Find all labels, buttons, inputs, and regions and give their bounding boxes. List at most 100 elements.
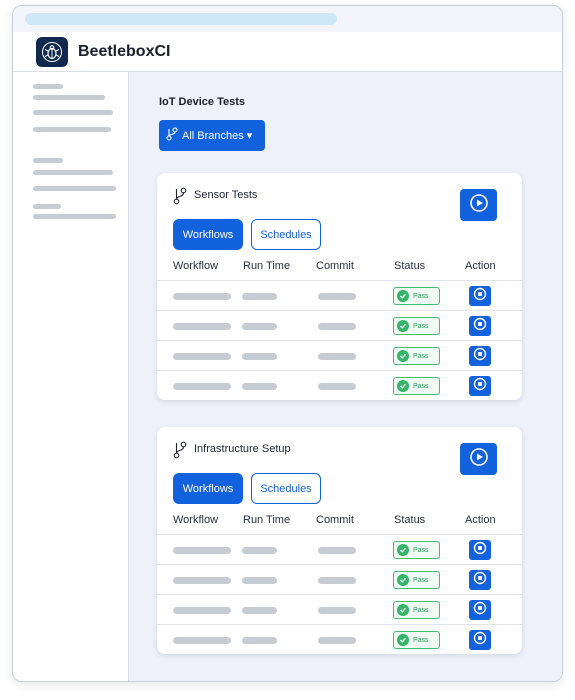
pipeline-title: Infrastructure Setup [194, 443, 291, 455]
run-time-placeholder [242, 577, 277, 584]
workflow-placeholder [173, 547, 231, 554]
run-time-placeholder [242, 607, 277, 614]
check-icon [397, 604, 409, 616]
git-branch-icon [173, 441, 187, 464]
stop-button[interactable] [469, 570, 491, 590]
stop-button[interactable] [469, 630, 491, 650]
status-badge: Pass [393, 287, 440, 305]
pipeline-title: Sensor Tests [194, 189, 258, 201]
status-badge: Pass [393, 601, 440, 619]
column-header-status: Status [394, 260, 426, 272]
app-header: BeetleboxCI [13, 32, 562, 72]
tab-workflows[interactable]: Workflows [173, 473, 243, 504]
run-pipeline-button[interactable] [460, 189, 497, 221]
column-header-run-time: Run Time [243, 260, 291, 272]
column-header-commit: Commit [316, 514, 354, 526]
stop-icon [473, 347, 487, 366]
status-badge: Pass [393, 377, 440, 395]
sidebar-placeholder [33, 158, 63, 163]
status-text: Pass [413, 292, 429, 300]
pipeline-card: Infrastructure Setup Workflows Schedules… [157, 427, 522, 654]
stop-button[interactable] [469, 286, 491, 306]
stop-icon [473, 287, 487, 306]
app-window: BeetleboxCI IoT Device Tests All Branche… [12, 5, 563, 682]
commit-placeholder [318, 607, 356, 614]
table-row[interactable]: Pass [157, 371, 522, 401]
run-time-placeholder [242, 383, 277, 390]
table-row[interactable]: Pass [157, 341, 522, 371]
status-badge: Pass [393, 347, 440, 365]
workflow-placeholder [173, 353, 231, 360]
column-header-workflow: Workflow [173, 260, 219, 272]
table-row[interactable]: Pass [157, 311, 522, 341]
branch-selector-button[interactable]: All Branches ▾ [159, 120, 265, 151]
table-row[interactable]: Pass [157, 281, 522, 311]
workflow-placeholder [173, 383, 231, 390]
column-header-run-time: Run Time [243, 514, 291, 526]
stop-icon [473, 541, 487, 560]
commit-placeholder [318, 637, 356, 644]
workflow-placeholder [173, 607, 231, 614]
stop-button[interactable] [469, 346, 491, 366]
commit-placeholder [318, 353, 356, 360]
workflow-placeholder [173, 637, 231, 644]
sidebar-placeholder [33, 127, 111, 132]
column-header-workflow: Workflow [173, 514, 219, 526]
commit-placeholder [318, 293, 356, 300]
browser-bar [13, 6, 562, 32]
column-header-status: Status [394, 514, 426, 526]
status-text: Pass [413, 636, 429, 644]
check-icon [397, 634, 409, 646]
stop-button[interactable] [469, 600, 491, 620]
run-pipeline-button[interactable] [460, 443, 497, 475]
status-text: Pass [413, 546, 429, 554]
stop-icon [473, 317, 487, 336]
commit-placeholder [318, 383, 356, 390]
column-header-commit: Commit [316, 260, 354, 272]
commit-placeholder [318, 547, 356, 554]
status-badge: Pass [393, 541, 440, 559]
address-bar[interactable] [25, 13, 337, 25]
check-icon [397, 350, 409, 362]
commit-placeholder [318, 577, 356, 584]
workflow-placeholder [173, 577, 231, 584]
run-time-placeholder [242, 547, 277, 554]
status-text: Pass [413, 352, 429, 360]
sidebar-placeholder [33, 84, 63, 89]
stop-button[interactable] [469, 316, 491, 336]
column-header-action: Action [465, 514, 496, 526]
run-time-placeholder [242, 637, 277, 644]
table-row[interactable]: Pass [157, 595, 522, 625]
sidebar [13, 72, 129, 681]
stop-icon [473, 571, 487, 590]
play-icon [469, 447, 489, 472]
sidebar-placeholder [33, 186, 116, 191]
check-icon [397, 544, 409, 556]
status-badge: Pass [393, 631, 440, 649]
table-row[interactable]: Pass [157, 565, 522, 595]
sidebar-placeholder [33, 95, 105, 100]
tab-schedules[interactable]: Schedules [251, 219, 321, 250]
stop-button[interactable] [469, 376, 491, 396]
workflow-placeholder [173, 293, 231, 300]
sidebar-placeholder [33, 204, 61, 209]
main-content: IoT Device Tests All Branches ▾ Sensor T… [130, 72, 562, 681]
page-title: IoT Device Tests [159, 96, 245, 108]
check-icon [397, 574, 409, 586]
pipeline-card: Sensor Tests Workflows Schedules Workflo… [157, 173, 522, 400]
tab-workflows[interactable]: Workflows [173, 219, 243, 250]
run-time-placeholder [242, 323, 277, 330]
status-text: Pass [413, 576, 429, 584]
beetle-icon[interactable] [36, 37, 68, 67]
status-text: Pass [413, 606, 429, 614]
sidebar-placeholder [33, 110, 113, 115]
stop-button[interactable] [469, 540, 491, 560]
table-row[interactable]: Pass [157, 535, 522, 565]
check-icon [397, 380, 409, 392]
play-icon [469, 193, 489, 218]
stop-icon [473, 377, 487, 396]
app-title: BeetleboxCI [78, 43, 171, 60]
table-row[interactable]: Pass [157, 625, 522, 655]
tab-schedules[interactable]: Schedules [251, 473, 321, 504]
sidebar-placeholder [33, 214, 116, 219]
